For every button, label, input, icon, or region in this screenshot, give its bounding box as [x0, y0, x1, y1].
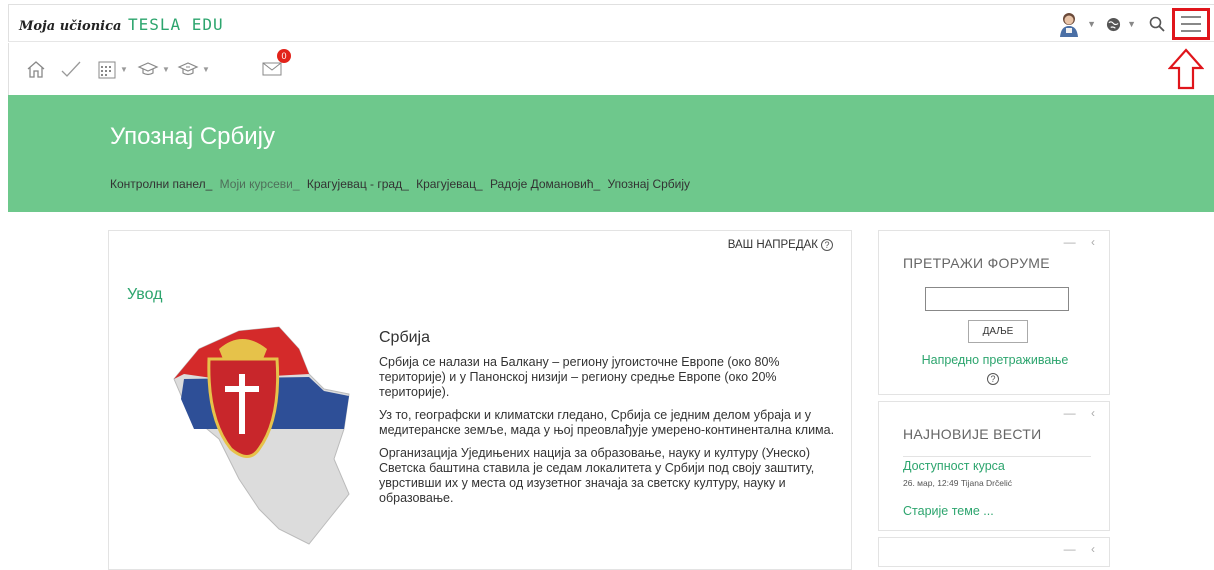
collapsed-block: — ‹	[878, 537, 1110, 567]
progress-label: ВАШ НАПРЕДАК	[727, 239, 818, 251]
content-heading: Србија	[379, 329, 431, 346]
menu-hamburger-button[interactable]	[1172, 8, 1210, 40]
news-item-meta: 26. мар, 12:49 Tijana Drčelić	[903, 478, 1013, 488]
help-icon[interactable]: ?	[821, 239, 833, 251]
calendar-button[interactable]: ▼	[97, 57, 128, 81]
graduation-cap-icon	[137, 62, 159, 76]
divider	[903, 456, 1091, 457]
breadcrumb-school[interactable]: Радоје Домановић_	[490, 177, 600, 191]
brand-logo[interactable]: Moja učionica TESLA EDU	[19, 15, 224, 34]
top-right-controls: ▼ ▼	[1057, 8, 1210, 40]
calendar-caret-icon: ▼	[120, 64, 128, 74]
progress-indicator: ВАШ НАПРЕДАК ?	[728, 239, 833, 251]
serbia-map-image	[173, 326, 350, 545]
top-navbar: Moja učionica TESLA EDU ▼ ▼	[8, 4, 1214, 42]
page-title: Упознај Србију	[110, 123, 276, 150]
block-controls[interactable]: — ‹	[1064, 542, 1101, 556]
language-caret-icon[interactable]: ▼	[1127, 19, 1136, 29]
brand-prefix: Moja učionica	[19, 19, 122, 34]
course-header: Упознај Србију Контролни панел_ Моји кур…	[8, 95, 1214, 212]
block-title: НАЈНОВИЈЕ ВЕСТИ	[903, 426, 1042, 442]
hamburger-line	[1181, 30, 1201, 32]
hamburger-line	[1181, 23, 1201, 25]
breadcrumb-course[interactable]: Упознај Србију	[608, 177, 691, 191]
section-title[interactable]: Увод	[127, 286, 162, 304]
block-controls[interactable]: — ‹	[1064, 406, 1101, 420]
globe-icon[interactable]	[1106, 17, 1121, 32]
teacher-cap-icon	[177, 62, 199, 76]
course-content: ВАШ НАПРЕДАК ? Увод Србија Србија се нал…	[108, 230, 852, 570]
highlight-arrow-icon	[1168, 48, 1204, 90]
courses-button[interactable]: ▼	[137, 57, 170, 81]
older-topics-link[interactable]: Старије теме ...	[903, 504, 994, 518]
help-icon[interactable]: ?	[987, 373, 999, 385]
courses-caret-icon: ▼	[162, 64, 170, 74]
forum-search-block: — ‹ ПРЕТРАЖИ ФОРУМЕ ДАЉЕ Напредно претра…	[878, 230, 1110, 395]
home-button[interactable]	[25, 57, 47, 81]
content-paragraph: Уз то, географски и климатски гледано, С…	[379, 408, 835, 437]
checkmark-icon	[61, 61, 81, 77]
content-paragraph: Србија се налази на Балкану – региону ју…	[379, 355, 780, 399]
advanced-search-link[interactable]: Напредно претраживање	[879, 353, 1111, 367]
hamburger-line	[1181, 16, 1201, 18]
user-menu-caret-icon[interactable]: ▼	[1087, 19, 1096, 29]
search-icon[interactable]	[1148, 15, 1166, 33]
breadcrumb-kragujevac-city[interactable]: Крагујевац - град_	[307, 177, 409, 191]
block-title: ПРЕТРАЖИ ФОРУМЕ	[903, 255, 1050, 271]
forum-search-input[interactable]	[925, 287, 1069, 311]
breadcrumb-dashboard[interactable]: Контролни панел_	[110, 177, 212, 191]
user-avatar[interactable]	[1057, 11, 1081, 37]
course-toolbar: ▼ ▼ ▼ 0	[8, 43, 1214, 95]
calendar-icon	[98, 61, 116, 79]
envelope-icon	[262, 62, 282, 76]
brand-suffix: TESLA EDU	[127, 15, 224, 34]
teaching-caret-icon: ▼	[202, 64, 210, 74]
completion-button[interactable]	[59, 57, 83, 81]
latest-news-block: — ‹ НАЈНОВИЈЕ ВЕСТИ Доступност курса 26.…	[878, 401, 1110, 531]
forum-go-button[interactable]: ДАЉЕ	[968, 320, 1028, 343]
breadcrumb: Контролни панел_ Моји курсеви_ Крагујева…	[110, 177, 694, 191]
block-controls[interactable]: — ‹	[1064, 235, 1101, 249]
home-icon	[27, 61, 45, 78]
breadcrumb-kragujevac[interactable]: Крагујевац_	[416, 177, 483, 191]
messages-badge: 0	[277, 49, 291, 63]
content-paragraph: Организација Уједињених нација за образо…	[379, 446, 815, 505]
news-item-title[interactable]: Доступност курса	[903, 459, 1005, 473]
breadcrumb-my-courses[interactable]: Моји курсеви_	[220, 177, 300, 191]
intro-content: Србија Србија се налази на Балкану – рег…	[379, 329, 839, 514]
teaching-button[interactable]: ▼	[177, 57, 210, 81]
messages-button[interactable]: 0	[261, 49, 291, 81]
